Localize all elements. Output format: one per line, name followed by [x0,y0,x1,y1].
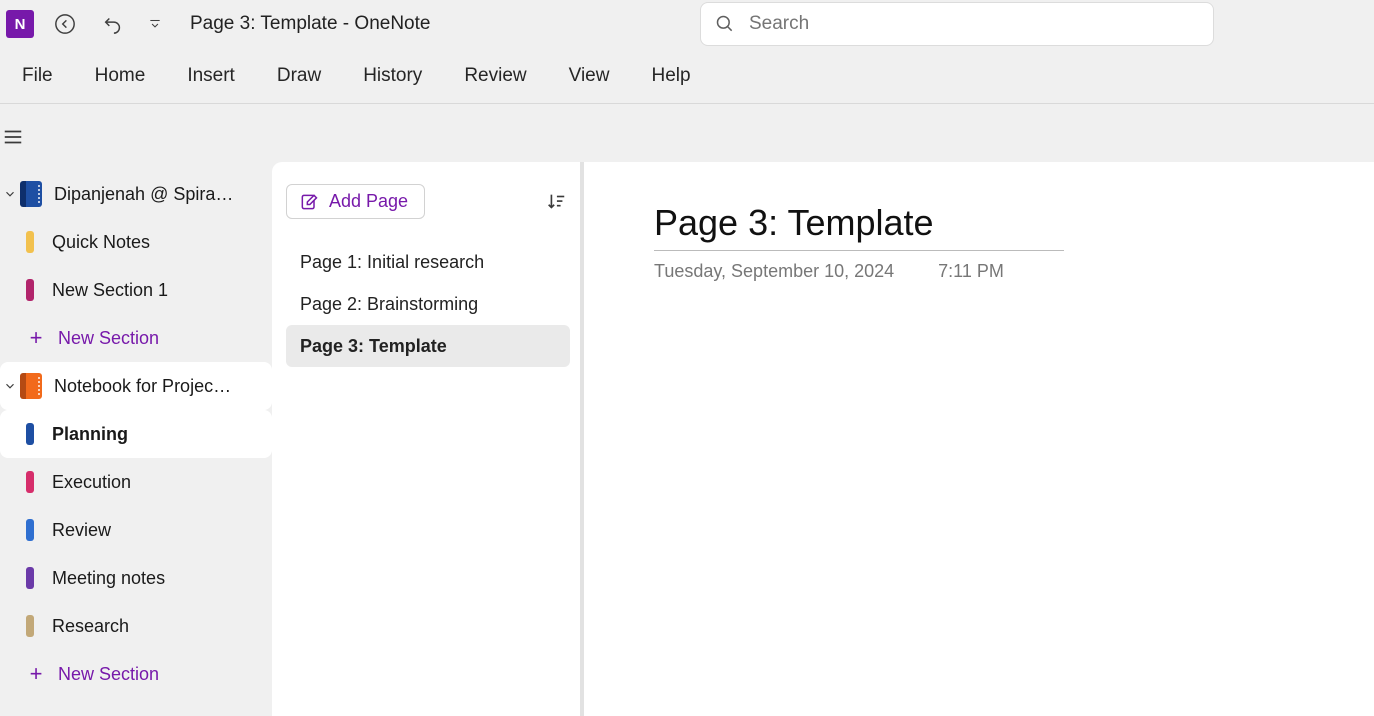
customize-quick-access-button[interactable] [144,13,166,35]
tab-view[interactable]: View [565,55,614,97]
note-canvas[interactable]: Tuesday, September 10, 2024 7:11 PM [584,162,1374,716]
new-section-button[interactable]: + New Section [0,650,272,698]
notebook-label: Dipanjenah @ Spiral... [54,184,234,205]
notebook-item[interactable]: Notebook for Project A [0,362,272,410]
new-section-label: New Section [58,664,159,685]
page-date: Tuesday, September 10, 2024 [654,261,894,282]
tab-history[interactable]: History [359,55,426,97]
notebook-label: Notebook for Project A [54,376,234,397]
plus-icon: + [26,664,46,684]
section-label: Execution [52,472,131,493]
back-button[interactable] [48,7,82,41]
search-input[interactable] [749,13,1199,35]
ribbon-tabs: File Home Insert Draw History Review Vie… [0,48,1374,104]
section-label: New Section 1 [52,280,168,301]
tab-draw[interactable]: Draw [273,55,325,97]
onenote-app-icon: N [6,10,34,38]
section-color-tab [26,567,34,589]
page-list-item[interactable]: Page 1: Initial research [286,241,570,283]
section-item[interactable]: Execution [0,458,272,506]
tab-review[interactable]: Review [460,55,530,97]
section-label: Review [52,520,111,541]
section-item[interactable]: Quick Notes [0,218,272,266]
notebook-sidebar: Dipanjenah @ Spiral... Quick Notes New Sec… [0,104,272,716]
chevron-down-icon[interactable] [0,379,20,393]
search-box[interactable] [700,2,1214,46]
notebook-icon [20,181,42,207]
section-color-tab [26,279,34,301]
page-list-item[interactable]: Page 3: Template [286,325,570,367]
section-color-tab [26,519,34,541]
tab-insert[interactable]: Insert [183,55,239,97]
tab-file[interactable]: File [18,55,57,97]
search-icon [715,14,735,34]
section-label: Quick Notes [52,232,150,253]
section-item[interactable]: Planning [0,410,272,458]
notebook-item[interactable]: Dipanjenah @ Spiral... [0,170,272,218]
section-item[interactable]: New Section 1 [0,266,272,314]
section-color-tab [26,615,34,637]
page-list-panel: Add Page Page 1: Initial researchPage 2:… [272,162,584,716]
section-color-tab [26,471,34,493]
page-time: 7:11 PM [938,261,1004,282]
section-label: Planning [52,424,128,445]
chevron-down-icon[interactable] [0,187,20,201]
add-page-button[interactable]: Add Page [286,184,425,219]
new-section-label: New Section [58,328,159,349]
section-item[interactable]: Review [0,506,272,554]
content-area: Dipanjenah @ Spiral... Quick Notes New Sec… [0,104,1374,716]
add-page-label: Add Page [329,191,408,212]
section-label: Research [52,616,129,637]
section-item[interactable]: Research [0,602,272,650]
sort-pages-button[interactable] [542,188,570,216]
new-section-button[interactable]: + New Section [0,314,272,362]
plus-icon: + [26,328,46,348]
add-page-icon [299,192,319,212]
undo-button[interactable] [96,7,130,41]
section-color-tab [26,231,34,253]
section-color-tab [26,423,34,445]
tab-help[interactable]: Help [647,55,694,97]
tab-home[interactable]: Home [91,55,150,97]
hamburger-button[interactable] [0,124,26,150]
window-title: Page 3: Template - OneNote [190,13,430,35]
notebook-icon [20,373,42,399]
title-bar: N Page 3: Template - OneNote [0,0,1374,48]
section-item[interactable]: Meeting notes [0,554,272,602]
page-title-input[interactable] [654,202,1064,251]
section-label: Meeting notes [52,568,165,589]
page-list-item[interactable]: Page 2: Brainstorming [286,283,570,325]
